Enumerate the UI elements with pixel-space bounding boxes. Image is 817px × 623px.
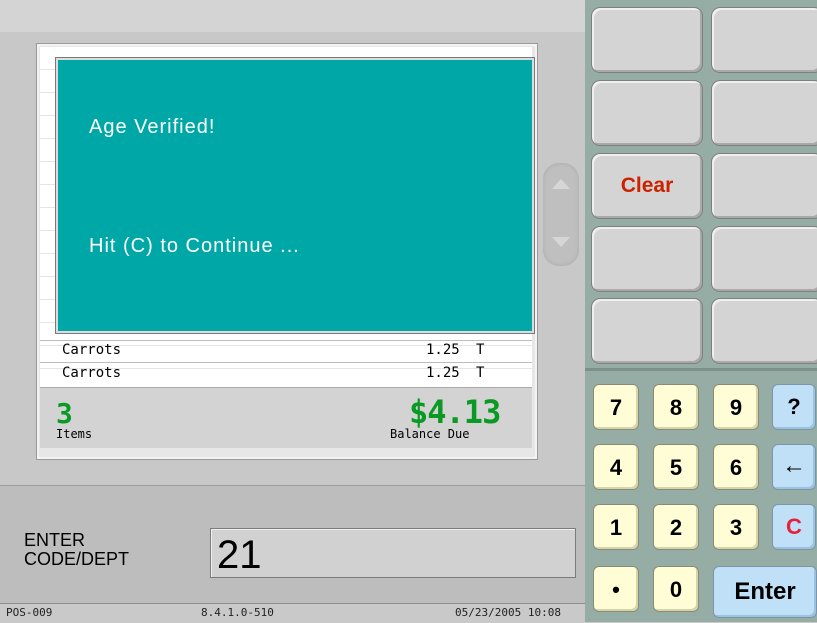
decimal-label: • <box>612 577 620 602</box>
key-8[interactable]: 8 <box>653 384 699 430</box>
backspace-button[interactable]: ← <box>772 444 816 490</box>
dialog-instruction: Hit (C) to Continue ... <box>89 235 300 257</box>
key-1[interactable]: 1 <box>593 504 639 550</box>
key-1-label: 1 <box>609 515 623 540</box>
item-price: 1.25 <box>426 342 460 358</box>
key-6[interactable]: 6 <box>713 444 759 490</box>
function-key-10[interactable] <box>711 298 817 364</box>
decimal-key[interactable]: • <box>593 566 639 612</box>
key-0-label: 0 <box>669 577 683 602</box>
key-5-label: 5 <box>669 455 683 480</box>
prompt-line-1: ENTER <box>24 530 86 550</box>
function-key-1[interactable] <box>591 7 703 73</box>
key-7-label: 7 <box>609 395 623 420</box>
receipt-line[interactable]: Carrots 1.25 T <box>62 363 512 383</box>
enter-button[interactable]: Enter <box>713 566 817 618</box>
prompt-line-2: CODE/DEPT <box>24 549 130 569</box>
key-5[interactable]: 5 <box>653 444 699 490</box>
key-9-label: 9 <box>729 395 743 420</box>
keypad-divider <box>585 368 817 371</box>
top-strip <box>0 0 585 32</box>
date-time: 05/23/2005 10:08 <box>455 606 561 619</box>
function-key-2[interactable] <box>711 7 817 73</box>
totals-bar: 3 Items $4.13 Balance Due <box>40 387 532 448</box>
receipt-line[interactable]: Carrots 1.25 T <box>62 340 512 360</box>
key-2[interactable]: 2 <box>653 504 699 550</box>
terminal-id: POS-009 <box>6 606 53 619</box>
balance-due-amount: $4.13 <box>409 393 501 431</box>
clear-button[interactable]: Clear <box>591 153 703 219</box>
age-verified-dialog: Age Verified! Hit (C) to Continue ... <box>55 57 535 334</box>
key-3[interactable]: 3 <box>713 504 759 550</box>
item-tax-flag: T <box>476 365 485 381</box>
item-price: 1.25 <box>426 365 460 381</box>
items-label: Items <box>56 427 93 441</box>
entry-prompt-label: ENTER CODE/DEPT <box>24 531 129 569</box>
c-label: C <box>786 514 802 539</box>
receipt-scrollbar[interactable] <box>543 163 579 266</box>
key-2-label: 2 <box>669 515 683 540</box>
key-4-label: 4 <box>609 455 623 480</box>
key-8-label: 8 <box>669 395 683 420</box>
function-key-9[interactable] <box>591 298 703 364</box>
scroll-down-icon[interactable] <box>552 237 570 247</box>
help-icon: ? <box>787 394 801 419</box>
scroll-up-icon[interactable] <box>552 179 570 189</box>
c-button[interactable]: C <box>772 504 816 550</box>
balance-due-label: Balance Due <box>390 427 470 441</box>
function-key-8[interactable] <box>711 226 817 292</box>
items-count: 3 <box>56 397 73 430</box>
code-dept-value: 21 <box>217 533 262 577</box>
clear-label: Clear <box>620 174 674 197</box>
function-key-3[interactable] <box>591 80 703 146</box>
function-key-6[interactable] <box>711 153 817 219</box>
left-arrow-icon: ← <box>782 452 806 479</box>
software-version: 8.4.1.0-510 <box>201 606 274 619</box>
enter-label: Enter <box>734 578 796 605</box>
key-9[interactable]: 9 <box>713 384 759 430</box>
function-key-7[interactable] <box>591 226 703 292</box>
item-name: Carrots <box>62 365 122 381</box>
dialog-message: Age Verified! <box>89 116 216 138</box>
item-tax-flag: T <box>476 342 485 358</box>
function-key-4[interactable] <box>711 80 817 146</box>
help-button[interactable]: ? <box>772 384 816 430</box>
code-dept-input[interactable]: 21 <box>210 528 576 578</box>
key-4[interactable]: 4 <box>593 444 639 490</box>
key-6-label: 6 <box>729 455 743 480</box>
status-bar: POS-009 8.4.1.0-510 05/23/2005 10:08 <box>0 603 585 623</box>
key-0[interactable]: 0 <box>653 566 699 612</box>
key-7[interactable]: 7 <box>593 384 639 430</box>
key-3-label: 3 <box>729 515 743 540</box>
item-name: Carrots <box>62 342 122 358</box>
